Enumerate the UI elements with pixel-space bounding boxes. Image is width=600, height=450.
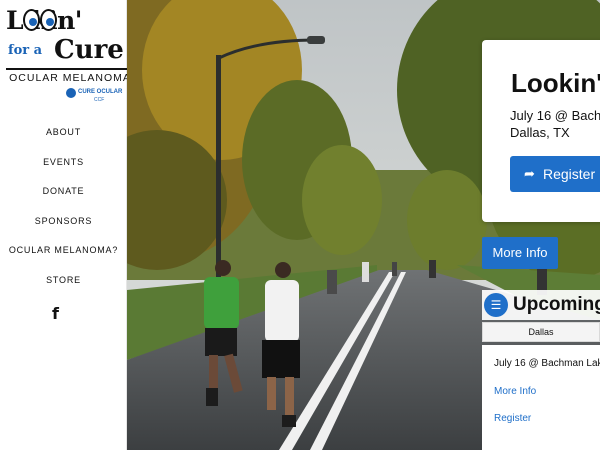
nav-item-store[interactable]: STORE	[0, 270, 127, 300]
nav-item-sponsors[interactable]: SPONSORS	[0, 211, 127, 241]
event-date: July 16 @ Bachm	[510, 108, 600, 123]
event-title[interactable]: Lookin' F	[511, 68, 600, 99]
nav-item-about[interactable]: ABOUT	[0, 122, 127, 152]
upcoming-more-info-link[interactable]: More Info	[494, 386, 536, 397]
list-icon: ☰	[484, 293, 508, 317]
more-info-button[interactable]: More Info	[482, 237, 558, 269]
nav-item-donate[interactable]: DONATE	[0, 181, 127, 211]
logo-cure: Cure	[54, 35, 124, 65]
tab-dallas[interactable]: Dallas	[482, 322, 600, 342]
share-arrow-icon: ➦	[524, 166, 535, 181]
featured-event-card: Lookin' F July 16 @ Bachm Dallas, TX ➦ R…	[482, 40, 600, 222]
upcoming-list: July 16 @ Bachman Lake More Info Registe…	[482, 345, 600, 450]
nav-item-events[interactable]: EVENTS	[0, 152, 127, 182]
logo-for-a: for a	[8, 43, 43, 58]
upcoming-item-date: July 16 @ Bachman Lake	[494, 358, 600, 369]
partner-logo: CURE OCULAR CCF	[66, 88, 122, 104]
event-location: Dallas, TX	[510, 125, 570, 140]
upcoming-title: Upcoming	[513, 294, 600, 315]
register-button[interactable]: ➦ Register	[510, 156, 600, 192]
logo-divider	[6, 68, 134, 70]
sidebar: L kin' for a Cure OCULAR MELANOMA CURE O…	[0, 0, 134, 450]
upcoming-register-link[interactable]: Register	[494, 413, 531, 424]
nav-item-ocular-melanoma[interactable]: OCULAR MELANOMA?	[0, 240, 127, 270]
facebook-icon[interactable]: f	[52, 304, 66, 323]
partner-mark-icon	[66, 88, 76, 98]
site-logo[interactable]: L kin' for a Cure OCULAR MELANOMA CURE O…	[6, 6, 134, 103]
upcoming-events-header: ☰ Upcoming	[482, 290, 600, 320]
logo-eyes-icon	[23, 9, 57, 31]
logo-subtitle: OCULAR MELANOMA	[9, 72, 131, 84]
main-nav: ABOUT EVENTS DONATE SPONSORS OCULAR MELA…	[0, 122, 127, 299]
